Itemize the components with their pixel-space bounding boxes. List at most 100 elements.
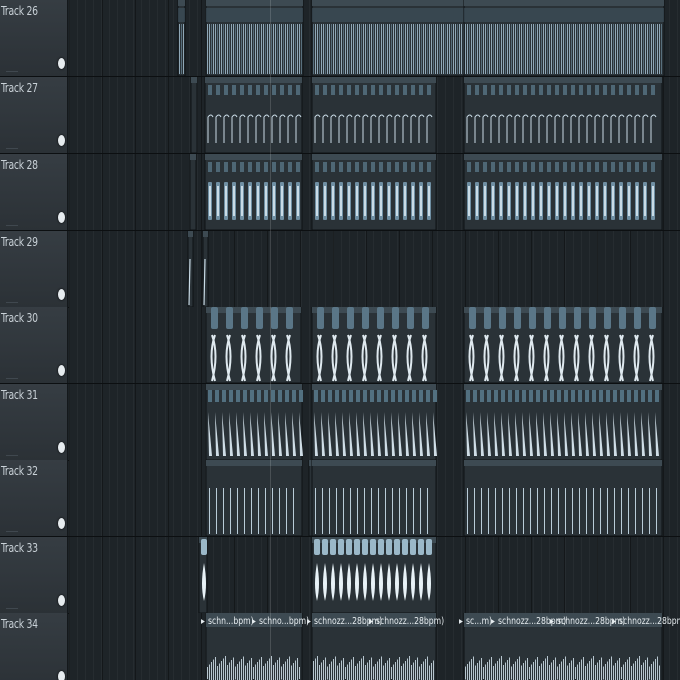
track-divider xyxy=(6,455,18,456)
track-header[interactable]: Track 32 xyxy=(0,460,68,536)
track-mute-button[interactable] xyxy=(58,212,65,223)
clip-area[interactable] xyxy=(69,537,680,613)
track-mute-button[interactable] xyxy=(58,289,65,300)
clip-title: schnozz...28bpm) xyxy=(376,616,445,627)
track-row: Track 28 xyxy=(0,154,680,231)
track-name: Track 29 xyxy=(1,235,38,249)
clip-title: schnozz...28bpm) xyxy=(619,616,680,627)
pattern-clip[interactable] xyxy=(205,460,303,536)
track-divider xyxy=(6,608,18,609)
pattern-clip[interactable] xyxy=(311,307,437,383)
track-divider xyxy=(6,302,18,303)
track-row: Track 26 xyxy=(0,0,680,77)
track-lane[interactable] xyxy=(69,77,680,153)
track-mute-button[interactable] xyxy=(58,365,65,376)
track-lane[interactable] xyxy=(69,307,680,383)
clip-title: schn...bpm) xyxy=(208,616,254,627)
track-divider xyxy=(6,531,18,532)
pattern-clip[interactable] xyxy=(311,0,473,76)
track-row: Track 33 xyxy=(0,537,680,614)
pattern-clip[interactable] xyxy=(311,460,437,536)
playlist-window: Track 26 Track 27 Track 28 Track 29 Track 30… xyxy=(0,0,680,680)
track-mute-button[interactable] xyxy=(58,518,65,529)
track-mute-button[interactable] xyxy=(58,595,65,606)
audio-clip-icon: ▸ xyxy=(307,616,311,627)
track-row: Track 34 schn...bpm) ▸ schno...bpm) ▸ schnozz… xyxy=(0,613,680,680)
track-name: Track 30 xyxy=(1,311,38,325)
track-header[interactable]: Track 26 xyxy=(0,0,68,76)
pattern-clip[interactable] xyxy=(311,537,437,613)
track-row: Track 31 xyxy=(0,384,680,461)
pattern-clip[interactable] xyxy=(204,77,303,153)
pattern-clip[interactable] xyxy=(187,231,194,307)
clip-title: sc...m) xyxy=(466,616,493,627)
pattern-clip[interactable] xyxy=(311,77,437,153)
pattern-clip[interactable] xyxy=(177,0,186,76)
track-divider xyxy=(6,71,18,72)
track-header[interactable]: Track 33 xyxy=(0,537,68,613)
pattern-clip[interactable] xyxy=(190,77,198,153)
track-lane[interactable] xyxy=(69,154,680,230)
clip-title: schno...bpm) xyxy=(259,616,310,627)
track-divider xyxy=(6,378,18,379)
clip-area[interactable] xyxy=(69,384,680,460)
pattern-clip[interactable] xyxy=(463,384,663,460)
clip-area[interactable] xyxy=(69,0,680,76)
track-row: Track 27 xyxy=(0,77,680,154)
track-row: Track 29 xyxy=(0,231,680,308)
track-lane[interactable] xyxy=(69,460,680,536)
track-header[interactable]: Track 27 xyxy=(0,77,68,153)
track-lane[interactable] xyxy=(69,537,680,613)
track-name: Track 28 xyxy=(1,158,38,172)
pattern-clip[interactable] xyxy=(463,77,663,153)
clip-area[interactable] xyxy=(69,154,680,230)
track-header[interactable]: Track 31 xyxy=(0,384,68,460)
track-lane[interactable] xyxy=(69,384,680,460)
audio-clip-icon: ▸ xyxy=(201,616,205,627)
clip-area[interactable] xyxy=(69,77,680,153)
audio-clip-icon: ▸ xyxy=(550,616,554,627)
track-divider xyxy=(6,225,18,226)
clip-area[interactable] xyxy=(69,231,680,307)
track-name: Track 33 xyxy=(1,541,38,555)
track-lane[interactable] xyxy=(69,231,680,307)
track-mute-button[interactable] xyxy=(58,671,65,680)
track-name: Track 26 xyxy=(1,4,38,18)
pattern-clip[interactable] xyxy=(189,154,197,230)
pattern-clip[interactable] xyxy=(463,460,663,536)
audio-clip-icon: ▸ xyxy=(491,616,495,627)
pattern-clip[interactable] xyxy=(463,154,663,230)
pattern-clip[interactable] xyxy=(463,307,663,383)
pattern-clip[interactable] xyxy=(311,384,437,460)
track-name: Track 32 xyxy=(1,464,38,478)
pattern-clip[interactable] xyxy=(204,154,303,230)
track-header[interactable]: Track 34 xyxy=(0,613,68,680)
clip-area[interactable] xyxy=(69,460,680,536)
pattern-clip[interactable] xyxy=(311,154,437,230)
track-row: Track 32 xyxy=(0,460,680,537)
clip-area[interactable] xyxy=(69,307,680,383)
playhead-line[interactable] xyxy=(270,0,271,680)
track-lane[interactable] xyxy=(69,0,680,76)
pattern-clip[interactable] xyxy=(198,537,208,613)
pattern-clip[interactable] xyxy=(202,231,209,307)
audio-clip-icon: ▸ xyxy=(369,616,373,627)
pattern-clip[interactable] xyxy=(205,384,303,460)
track-header[interactable]: Track 29 xyxy=(0,231,68,307)
audio-clip-icon: ▸ xyxy=(459,616,463,627)
track-mute-button[interactable] xyxy=(58,135,65,146)
track-header[interactable]: Track 30 xyxy=(0,307,68,383)
track-header[interactable]: Track 28 xyxy=(0,154,68,230)
track-divider xyxy=(6,148,18,149)
pattern-clip[interactable] xyxy=(205,307,302,383)
pattern-clip[interactable] xyxy=(463,0,665,76)
track-lane[interactable]: schn...bpm) ▸ schno...bpm) ▸ schnozz...28bpm… xyxy=(69,613,680,680)
track-name: Track 31 xyxy=(1,388,38,402)
track-mute-button[interactable] xyxy=(58,58,65,69)
track-name: Track 34 xyxy=(1,617,38,631)
audio-clip-icon: ▸ xyxy=(252,616,256,627)
pattern-clip[interactable] xyxy=(205,0,304,76)
track-row: Track 30 xyxy=(0,307,680,384)
track-name: Track 27 xyxy=(1,81,38,95)
track-mute-button[interactable] xyxy=(58,442,65,453)
